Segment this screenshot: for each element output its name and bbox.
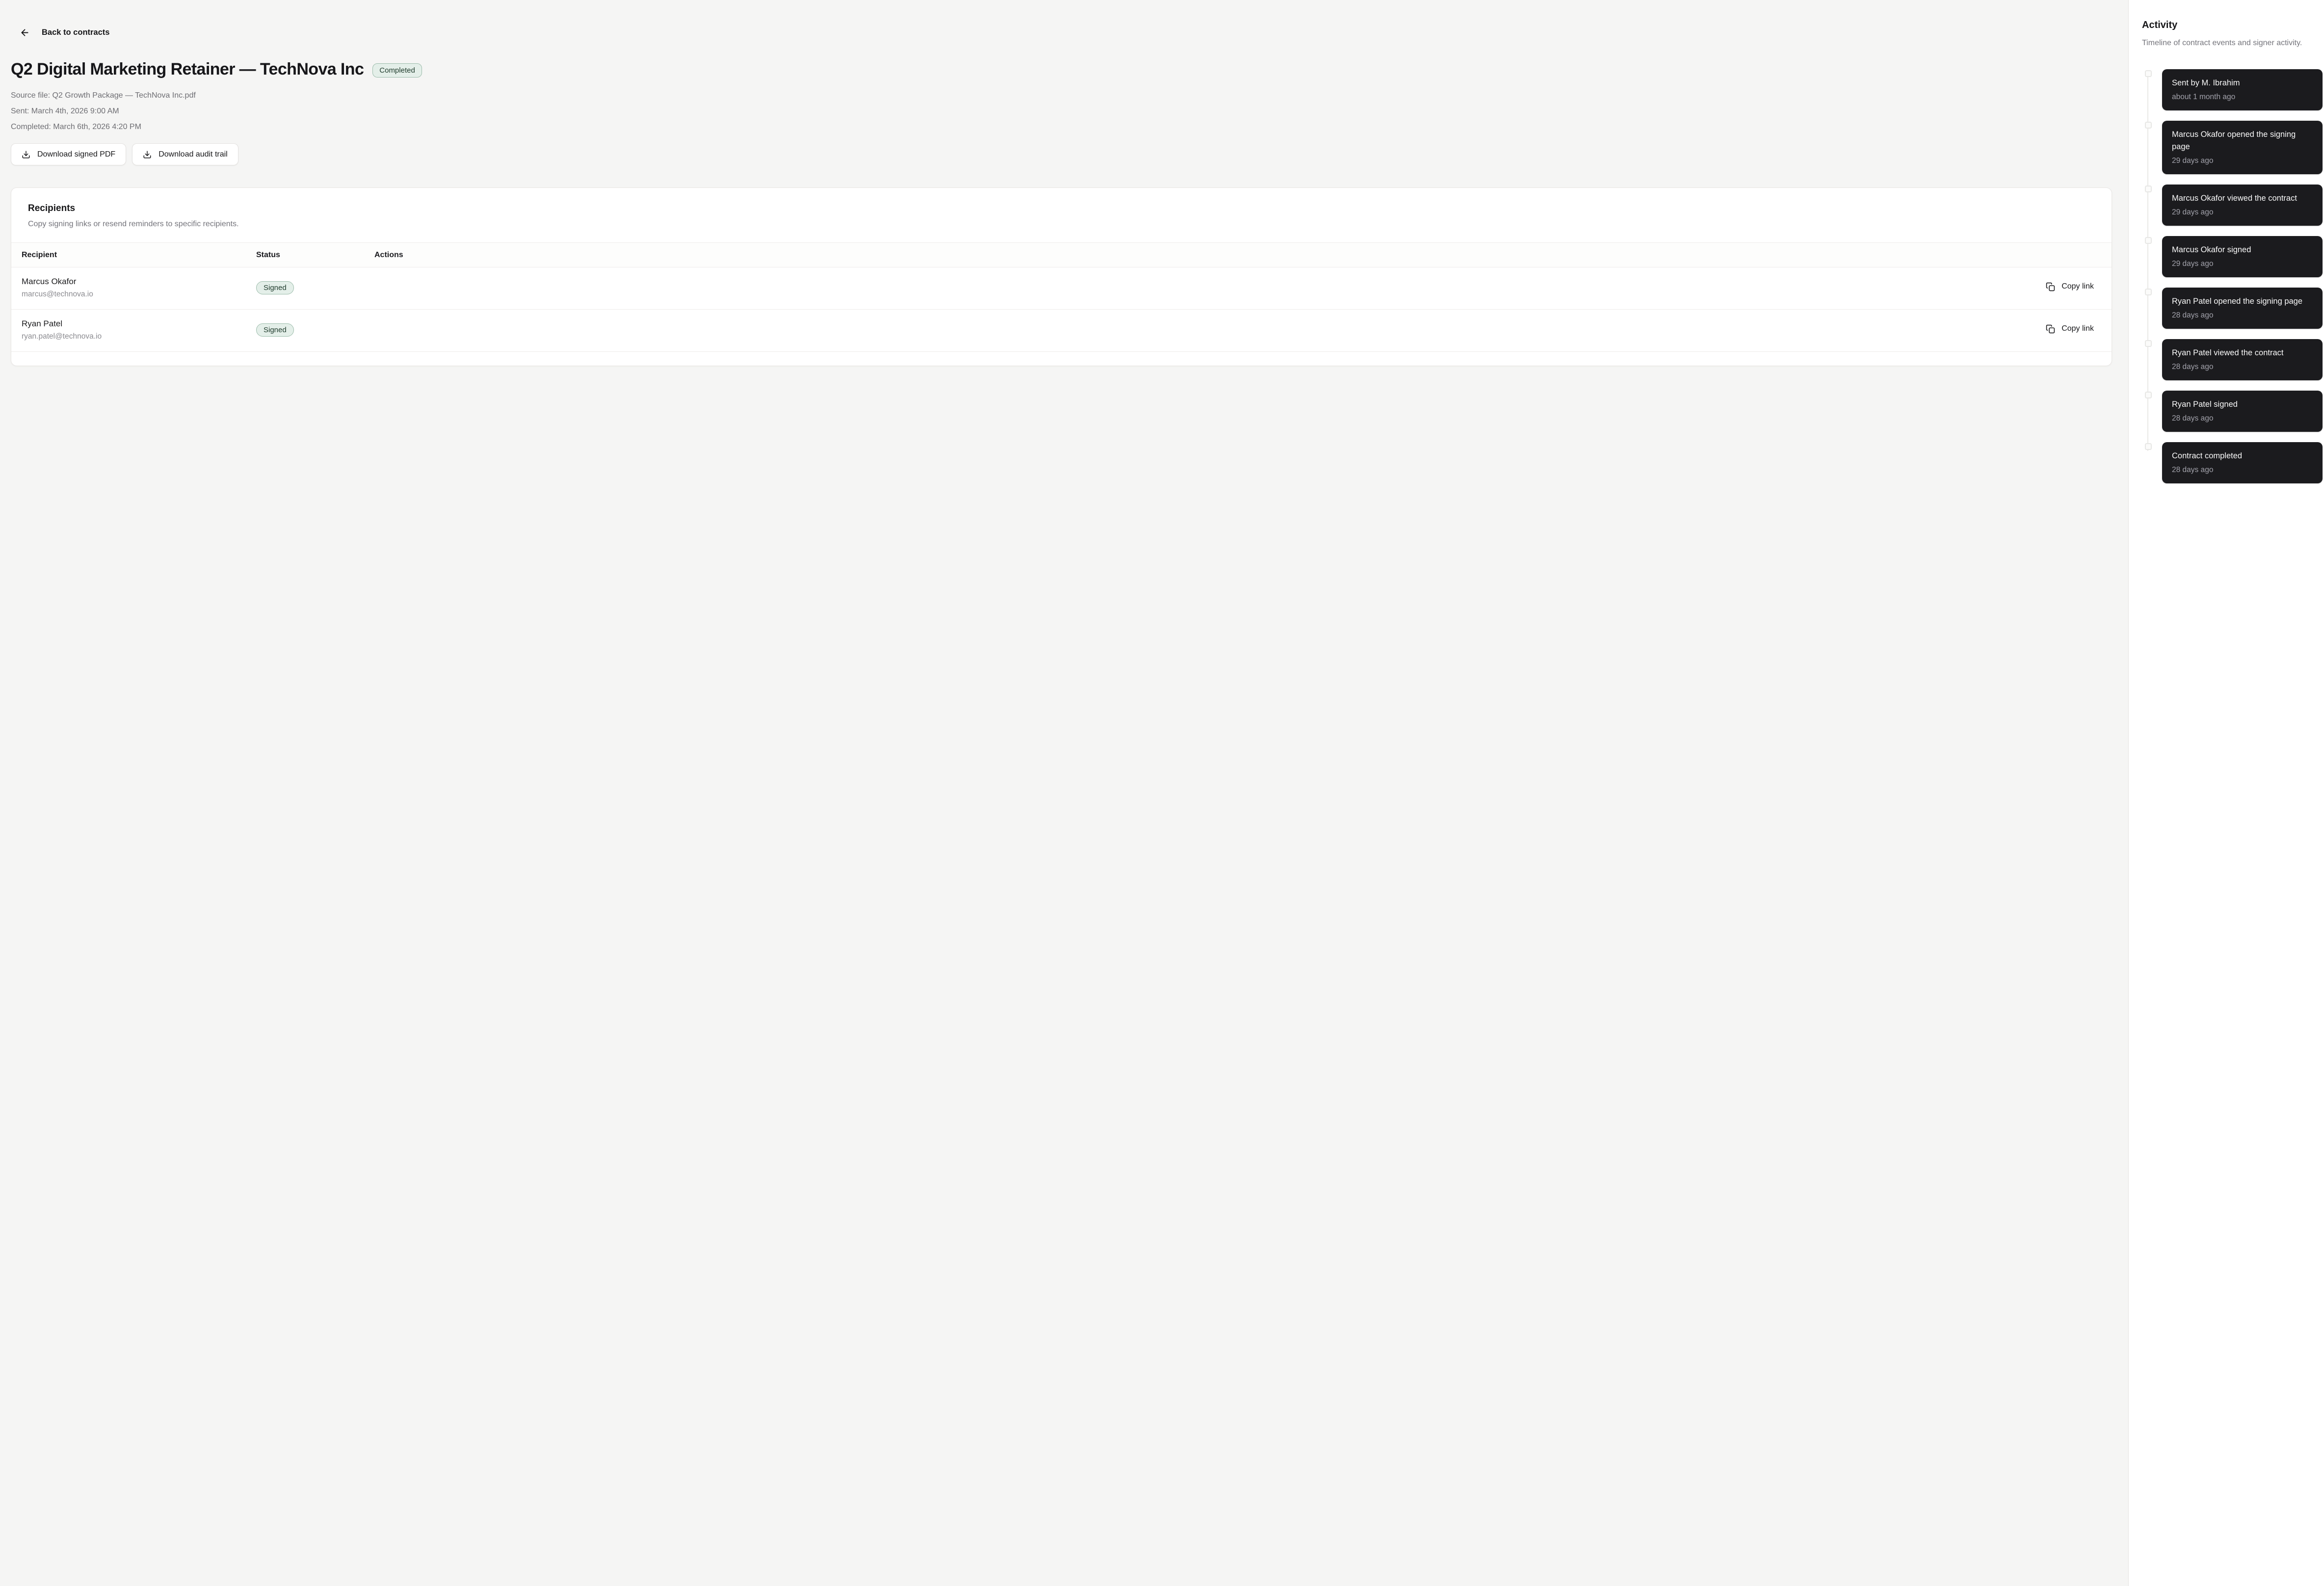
activity-event-time: 29 days ago <box>2172 156 2313 166</box>
copy-link-label: Copy link <box>2061 324 2094 333</box>
activity-event: Marcus Okafor viewed the contract 29 day… <box>2162 185 2323 226</box>
activity-event-title: Marcus Okafor opened the signing page <box>2172 129 2313 153</box>
activity-subtitle: Timeline of contract events and signer a… <box>2142 37 2302 50</box>
timeline-marker-icon <box>2145 185 2152 192</box>
activity-event-card: Marcus Okafor signed 29 days ago <box>2162 236 2323 277</box>
activity-event-time: 29 days ago <box>2172 208 2313 217</box>
activity-event: Ryan Patel opened the signing page 28 da… <box>2162 288 2323 329</box>
activity-event: Contract completed 28 days ago <box>2162 442 2323 483</box>
download-actions: Download signed PDF Download audit trail <box>11 143 2112 165</box>
activity-event-time: 28 days ago <box>2172 414 2313 423</box>
actions-cell: Copy link <box>2046 282 2112 294</box>
timeline-marker-icon <box>2145 340 2152 347</box>
recipients-card: Recipients Copy signing links or resend … <box>11 187 2112 366</box>
download-signed-pdf-label: Download signed PDF <box>37 150 115 159</box>
recipient-cell: Marcus Okafor marcus@technova.io <box>11 277 256 299</box>
copy-link-button[interactable]: Copy link <box>2046 324 2094 334</box>
column-header-status: Status <box>256 251 374 260</box>
meta-completed: Completed: March 6th, 2026 4:20 PM <box>11 122 2112 132</box>
activity-event-title: Marcus Okafor viewed the contract <box>2172 192 2313 205</box>
activity-event-title: Ryan Patel viewed the contract <box>2172 347 2313 359</box>
copy-icon <box>2046 282 2055 291</box>
activity-timeline: Sent by M. Ibrahim about 1 month ago Mar… <box>2142 66 2324 483</box>
activity-event-title: Sent by M. Ibrahim <box>2172 77 2313 89</box>
timeline-marker-icon <box>2145 392 2152 398</box>
timeline-marker-icon <box>2145 289 2152 295</box>
activity-event-title: Contract completed <box>2172 450 2313 462</box>
activity-header: Activity Timeline of contract events and… <box>2142 20 2324 50</box>
actions-cell: Copy link <box>2046 324 2112 336</box>
timeline-marker-icon <box>2145 443 2152 450</box>
activity-event-card: Contract completed 28 days ago <box>2162 442 2323 483</box>
back-link-label: Back to contracts <box>42 28 109 37</box>
recipient-email: marcus@technova.io <box>22 290 256 299</box>
recipient-row: Ryan Patel ryan.patel@technova.io Signed <box>11 310 2112 352</box>
activity-event-card: Ryan Patel opened the signing page 28 da… <box>2162 288 2323 329</box>
timeline-marker-icon <box>2145 122 2152 129</box>
column-header-recipient: Recipient <box>11 251 256 260</box>
activity-event-title: Ryan Patel opened the signing page <box>2172 295 2313 308</box>
meta-source-file: Source file: Q2 Growth Package — TechNov… <box>11 91 2112 100</box>
recipients-subtitle: Copy signing links or resend reminders t… <box>28 220 2095 229</box>
activity-event-title: Ryan Patel signed <box>2172 398 2313 411</box>
recipients-title: Recipients <box>28 203 2095 214</box>
contract-detail-main: Back to contracts Q2 Digital Marketing R… <box>0 0 2128 1586</box>
copy-icon <box>2046 324 2055 334</box>
status-cell: Signed <box>256 323 374 337</box>
activity-event-card: Ryan Patel signed 28 days ago <box>2162 391 2323 432</box>
activity-sidebar: Activity Timeline of contract events and… <box>2128 0 2324 1586</box>
timeline-marker-icon <box>2145 70 2152 77</box>
recipient-cell: Ryan Patel ryan.patel@technova.io <box>11 319 256 341</box>
activity-event-time: 28 days ago <box>2172 362 2313 372</box>
download-audit-trail-label: Download audit trail <box>158 150 228 159</box>
page-title: Q2 Digital Marketing Retainer — TechNova… <box>11 60 364 79</box>
recipient-name: Ryan Patel <box>22 319 256 329</box>
title-row: Q2 Digital Marketing Retainer — TechNova… <box>11 60 2112 79</box>
recipient-email: ryan.patel@technova.io <box>22 332 256 341</box>
back-to-contracts-link[interactable]: Back to contracts <box>20 27 109 38</box>
status-cell: Signed <box>256 281 374 294</box>
recipients-card-header: Recipients Copy signing links or resend … <box>11 188 2112 242</box>
activity-event: Marcus Okafor signed 29 days ago <box>2162 236 2323 277</box>
activity-event-time: 28 days ago <box>2172 465 2313 475</box>
activity-event: Marcus Okafor opened the signing page 29… <box>2162 121 2323 174</box>
download-audit-trail-button[interactable]: Download audit trail <box>132 143 238 165</box>
column-header-actions: Actions <box>374 251 2112 260</box>
activity-event-card: Sent by M. Ibrahim about 1 month ago <box>2162 69 2323 110</box>
activity-event-time: 29 days ago <box>2172 259 2313 269</box>
download-signed-pdf-button[interactable]: Download signed PDF <box>11 143 126 165</box>
activity-event-time: 28 days ago <box>2172 311 2313 320</box>
activity-event-time: about 1 month ago <box>2172 92 2313 102</box>
recipients-table-header: Recipient Status Actions <box>11 242 2112 267</box>
activity-event-card: Marcus Okafor viewed the contract 29 day… <box>2162 185 2323 226</box>
signed-status-badge: Signed <box>256 323 294 337</box>
activity-title: Activity <box>2142 20 2302 31</box>
activity-event-card: Ryan Patel viewed the contract 28 days a… <box>2162 339 2323 380</box>
meta-sent: Sent: March 4th, 2026 9:00 AM <box>11 106 2112 116</box>
recipient-row: Marcus Okafor marcus@technova.io Signed <box>11 267 2112 310</box>
activity-event-card: Marcus Okafor opened the signing page 29… <box>2162 121 2323 174</box>
contract-status-badge: Completed <box>372 63 422 78</box>
copy-link-label: Copy link <box>2061 282 2094 291</box>
arrow-left-icon <box>20 27 30 38</box>
activity-event: Ryan Patel signed 28 days ago <box>2162 391 2323 432</box>
activity-event-title: Marcus Okafor signed <box>2172 244 2313 256</box>
recipient-name: Marcus Okafor <box>22 277 256 287</box>
contract-meta: Source file: Q2 Growth Package — TechNov… <box>11 91 2112 132</box>
timeline-marker-icon <box>2145 237 2152 244</box>
signed-status-badge: Signed <box>256 281 294 294</box>
download-icon <box>22 150 30 159</box>
activity-event: Ryan Patel viewed the contract 28 days a… <box>2162 339 2323 380</box>
activity-event: Sent by M. Ibrahim about 1 month ago <box>2162 69 2323 110</box>
copy-link-button[interactable]: Copy link <box>2046 282 2094 291</box>
download-icon <box>143 150 152 159</box>
